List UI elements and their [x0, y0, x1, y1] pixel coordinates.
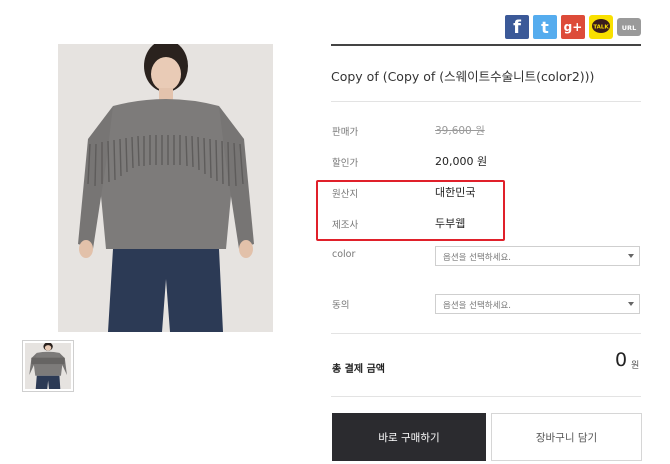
agree-option-select[interactable]: 옵션을 선택하세요. — [435, 294, 640, 314]
sale-price: 20,000 원 — [435, 155, 488, 168]
add-to-cart-button[interactable]: 장바구니 담기 — [491, 413, 642, 461]
total-unit: 원 — [631, 361, 640, 371]
color-option-placeholder: 옵션을 선택하세요. — [443, 253, 511, 263]
chevron-down-icon — [628, 254, 634, 258]
kakaotalk-share-button[interactable]: TALK — [589, 15, 613, 39]
url-icon: URL — [617, 18, 641, 36]
original-price: 39,600 원 — [435, 125, 485, 137]
option-label-agree: 동의 — [332, 300, 350, 311]
buy-now-button[interactable]: 바로 구매하기 — [332, 413, 486, 461]
divider — [331, 333, 641, 334]
divider — [331, 101, 641, 102]
agree-option-placeholder: 옵션을 선택하세요. — [443, 301, 511, 311]
divider — [331, 396, 641, 397]
total-amount: 0 — [615, 349, 628, 371]
sale-price-label: 할인가 — [332, 158, 359, 169]
svg-text:URL: URL — [622, 24, 636, 32]
share-bar: f t g+ TALK URL — [505, 15, 641, 39]
facebook-share-button[interactable]: f — [505, 15, 529, 39]
twitter-share-button[interactable]: t — [533, 15, 557, 39]
price-label: 판매가 — [332, 127, 359, 138]
svg-text:TALK: TALK — [593, 25, 609, 31]
highlight-box — [316, 180, 505, 241]
color-option-select[interactable]: 옵션을 선택하세요. — [435, 246, 640, 266]
kakaotalk-icon: TALK — [589, 15, 613, 39]
product-thumbnail[interactable] — [22, 340, 74, 392]
google-plus-share-button[interactable]: g+ — [561, 15, 585, 39]
top-divider — [331, 44, 641, 46]
product-title: Copy of (Copy of (스웨이트수술니트(color2))) — [331, 69, 595, 84]
chevron-down-icon — [628, 302, 634, 306]
product-main-image — [58, 44, 273, 332]
total-label: 총 결제 금액 — [332, 364, 385, 375]
copy-url-button[interactable]: URL — [617, 15, 641, 39]
option-label-color: color — [332, 249, 356, 260]
